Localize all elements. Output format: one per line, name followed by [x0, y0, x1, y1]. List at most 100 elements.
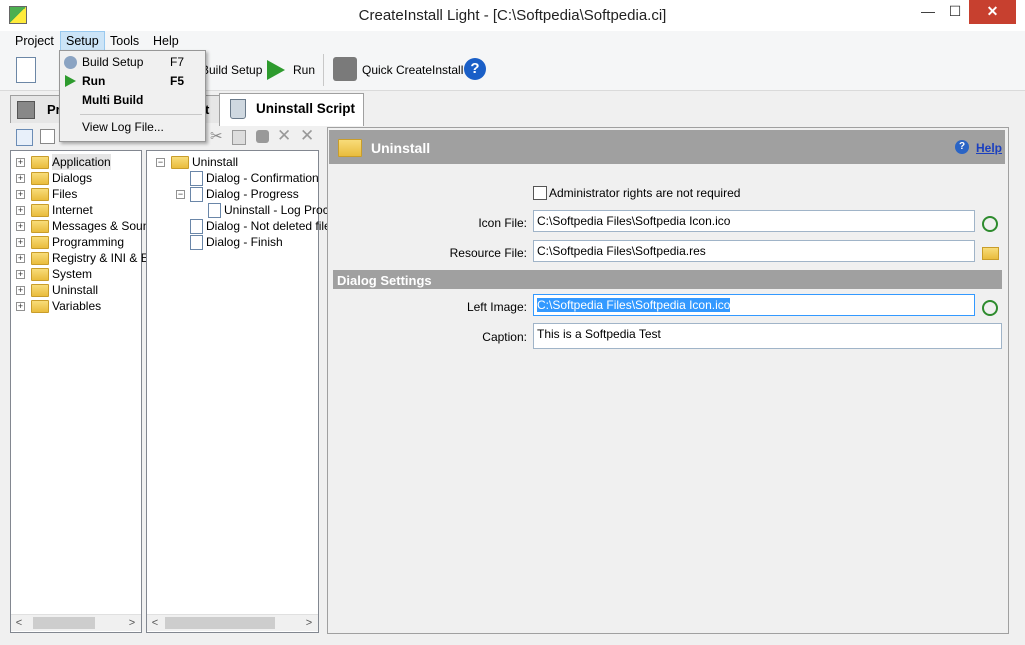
expand-toggle-icon[interactable]: +: [16, 190, 25, 199]
menu-help[interactable]: Help: [148, 32, 184, 50]
tree-item-label: Application: [52, 154, 111, 170]
tree-item-label: Variables: [52, 299, 102, 313]
cut-icon[interactable]: ✂: [210, 127, 223, 145]
icon-file-label: Icon File:: [478, 216, 527, 230]
left-image-label: Left Image:: [466, 300, 527, 314]
help-icon[interactable]: ?: [955, 140, 969, 154]
scroll-thumb[interactable]: [33, 617, 95, 629]
menu-tools[interactable]: Tools: [105, 32, 144, 50]
expand-icon[interactable]: [40, 129, 55, 144]
folder-icon: [31, 156, 49, 169]
maximize-button[interactable]: ☐: [942, 0, 968, 24]
expand-toggle-icon[interactable]: +: [16, 206, 25, 215]
section-header: Uninstall ? Help: [329, 130, 1005, 164]
menu-item-build-setup[interactable]: Build Setup F7: [60, 53, 205, 72]
expand-toggle-icon[interactable]: +: [16, 158, 25, 167]
expand-toggle-icon[interactable]: +: [16, 286, 25, 295]
middle-horizontal-scrollbar[interactable]: < >: [147, 614, 318, 631]
collapse-toggle-icon[interactable]: −: [176, 190, 185, 199]
folder-icon: [338, 139, 362, 157]
run-button[interactable]: Run: [293, 63, 315, 77]
expand-toggle-icon[interactable]: +: [16, 238, 25, 247]
toolbar-separator: [323, 54, 324, 86]
resource-file-input[interactable]: C:\Softpedia Files\Softpedia.res: [533, 240, 975, 262]
collapse-toggle-icon[interactable]: −: [156, 158, 165, 167]
menu-item-multi-build[interactable]: Multi Build: [60, 91, 205, 110]
folder-icon: [31, 188, 49, 201]
new-file-icon[interactable]: [16, 57, 36, 83]
run-icon: [65, 75, 76, 87]
expand-toggle-icon[interactable]: +: [16, 302, 25, 311]
project-icon: [17, 101, 35, 119]
delete-icon[interactable]: ✕: [277, 126, 291, 146]
middle-tree-panel: − Uninstall Dialog - Confirmation − Dialog -…: [146, 150, 331, 633]
expand-toggle-icon[interactable]: +: [16, 222, 25, 231]
caption-input[interactable]: This is a Softpedia Test: [533, 323, 1002, 349]
expand-toggle-icon[interactable]: +: [16, 174, 25, 183]
menu-item-run[interactable]: Run F5: [60, 72, 205, 91]
build-setup-icon: [64, 56, 77, 69]
recycle-bin-icon: [230, 99, 246, 119]
close-button[interactable]: ✕: [969, 0, 1016, 24]
icon-file-input[interactable]: C:\Softpedia Files\Softpedia Icon.ico: [533, 210, 975, 232]
caption-label: Caption:: [482, 330, 527, 344]
tab-uninstall-script[interactable]: Uninstall Script: [219, 93, 364, 126]
document-icon: [208, 203, 221, 218]
tree-item-label: Dialogs: [52, 171, 93, 185]
menu-item-label: Build Setup: [82, 55, 144, 69]
quick-createinstall-icon[interactable]: [333, 57, 357, 81]
document-icon: [190, 171, 203, 186]
admin-checkbox-label: Administrator rights are not required: [549, 186, 741, 200]
menu-item-label: Run: [82, 74, 106, 88]
resource-file-label: Resource File:: [449, 246, 527, 260]
folder-icon: [31, 252, 49, 265]
folder-icon: [31, 284, 49, 297]
tree-item-label: System: [52, 267, 93, 281]
scroll-right-arrow[interactable]: >: [124, 615, 140, 631]
scroll-thumb[interactable]: [165, 617, 275, 629]
browse-icon[interactable]: [982, 216, 998, 232]
copy-icon[interactable]: [232, 130, 246, 145]
tree-item-label: Uninstall - Log Proc: [224, 203, 329, 217]
scroll-left-arrow[interactable]: <: [147, 615, 163, 631]
tree-item-label: Dialog - Confirmation: [206, 171, 319, 185]
left-tree-panel: + Application + Dialogs + Files + Internet + Mess…: [10, 150, 156, 633]
left-horizontal-scrollbar[interactable]: < >: [11, 614, 141, 631]
expand-toggle-icon[interactable]: +: [16, 270, 25, 279]
open-folder-icon[interactable]: [982, 247, 999, 260]
browse-icon[interactable]: [982, 300, 998, 316]
left-image-selected-text: C:\Softpedia Files\Softpedia Icon.ico: [537, 298, 731, 312]
remove-icon[interactable]: [256, 130, 269, 143]
scroll-left-arrow[interactable]: <: [11, 615, 27, 631]
minimize-button[interactable]: —: [915, 0, 941, 24]
expand-toggle-icon[interactable]: +: [16, 254, 25, 263]
folder-icon: [31, 220, 49, 233]
help-icon[interactable]: ?: [464, 58, 486, 80]
section-title: Uninstall: [371, 140, 431, 156]
admin-checkbox[interactable]: [533, 186, 547, 200]
tree-item-label: Dialog - Progress: [206, 187, 299, 201]
tree-item-label: Internet: [52, 203, 93, 217]
menu-project[interactable]: Project: [10, 32, 59, 50]
menu-setup[interactable]: Setup: [60, 31, 105, 51]
delete-all-icon[interactable]: ✕: [300, 126, 314, 146]
scroll-right-arrow[interactable]: >: [301, 615, 317, 631]
quick-createinstall-button[interactable]: Quick CreateInstall: [362, 63, 463, 77]
tree-item-label: Programming: [52, 235, 125, 249]
folder-icon: [31, 300, 49, 313]
left-image-input[interactable]: C:\Softpedia Files\Softpedia Icon.ico: [533, 294, 975, 316]
tab-uninstall-label: Uninstall Script: [256, 101, 356, 116]
menu-bar: Project Setup Tools Help: [0, 31, 1025, 51]
help-link[interactable]: Help: [976, 141, 1002, 155]
title-bar: CreateInstall Light - [C:\Softpedia\Soft…: [0, 0, 1025, 32]
build-setup-button[interactable]: Build Setup: [201, 63, 262, 77]
menu-separator: [80, 114, 202, 115]
folder-icon: [31, 236, 49, 249]
run-icon[interactable]: [267, 60, 285, 80]
folder-icon: [31, 268, 49, 281]
properties-panel: [327, 127, 1009, 634]
menu-item-view-log[interactable]: View Log File...: [60, 118, 205, 137]
document-icon: [190, 187, 203, 202]
menu-item-shortcut: F5: [170, 74, 185, 88]
tree-view-icon[interactable]: [16, 129, 33, 146]
